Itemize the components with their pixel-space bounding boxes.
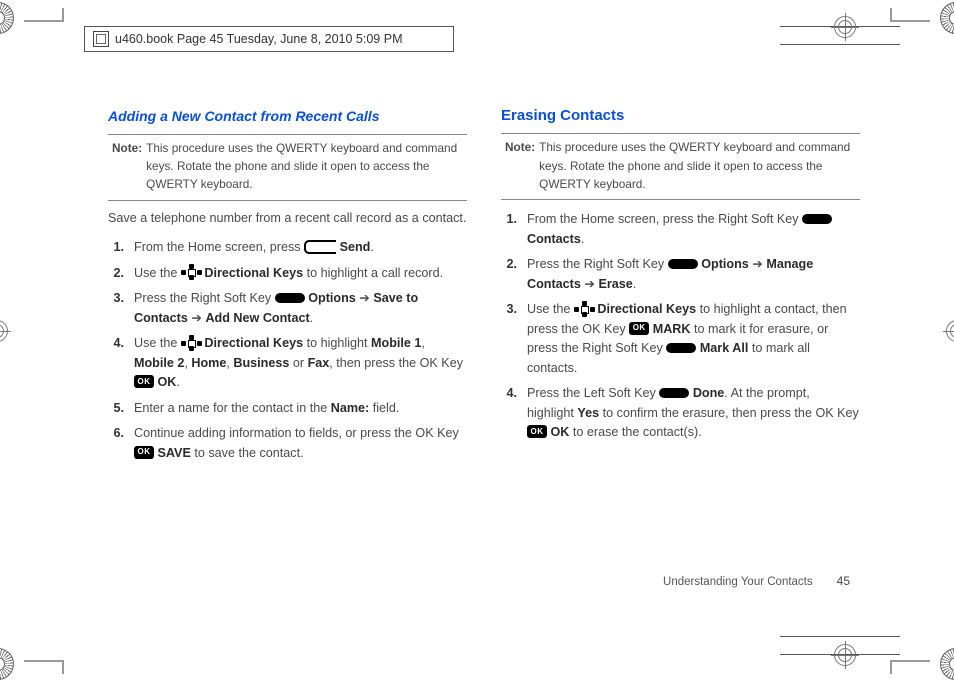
note-text: This procedure uses the QWERTY keyboard … (539, 138, 856, 193)
soft-key-icon (668, 259, 698, 269)
step-5: Enter a name for the contact in the Name… (134, 399, 467, 419)
ok-key-icon: OK (134, 446, 154, 459)
directional-keys-icon (181, 265, 201, 279)
framemaker-strip: u460.book Page 45 Tuesday, June 8, 2010 … (84, 26, 454, 52)
intro-text: Save a telephone number from a recent ca… (108, 209, 467, 229)
note-right: Note: This procedure uses the QWERTY key… (501, 136, 860, 200)
note-label: Note: (505, 138, 535, 193)
ok-key-icon: OK (134, 375, 154, 388)
send-key-icon (304, 240, 336, 254)
footer-section: Understanding Your Contacts (663, 576, 813, 588)
footer-page-number: 45 (837, 574, 850, 588)
note-left: Note: This procedure uses the QWERTY key… (108, 137, 467, 201)
heading-add-contact: Adding a New Contact from Recent Calls (108, 106, 467, 128)
left-print-marks (0, 0, 18, 682)
step-2: Press the Right Soft Key Options ➔ Manag… (527, 255, 860, 294)
note-label: Note: (112, 139, 142, 194)
steps-right: 1. From the Home screen, press the Right… (501, 210, 860, 443)
heading-erasing: Erasing Contacts (501, 104, 860, 127)
register-mark-top-right (864, 16, 886, 38)
steps-left: 1. From the Home screen, press Send. 2. … (108, 238, 467, 463)
page-footer: Understanding Your Contacts 45 (663, 574, 850, 588)
step-3: Press the Right Soft Key Options ➔ Save … (134, 289, 467, 328)
book-icon (93, 31, 109, 47)
framemaker-text: u460.book Page 45 Tuesday, June 8, 2010 … (115, 32, 402, 46)
ok-key-icon: OK (527, 425, 547, 438)
right-print-marks (936, 0, 954, 682)
step-3: Use the Directional Keys to highlight a … (527, 300, 860, 378)
soft-key-icon (666, 343, 696, 353)
step-4: Use the Directional Keys to highlight Mo… (134, 334, 467, 393)
step-4: Press the Left Soft Key Done. At the pro… (527, 384, 860, 443)
page-frame: u460.book Page 45 Tuesday, June 8, 2010 … (24, 8, 930, 674)
soft-key-icon (659, 388, 689, 398)
step-2: Use the Directional Keys to highlight a … (134, 264, 467, 284)
soft-key-icon (275, 293, 305, 303)
directional-keys-icon (181, 336, 201, 350)
left-column: Adding a New Contact from Recent Calls N… (108, 98, 467, 574)
directional-keys-icon (574, 302, 594, 316)
ok-key-icon: OK (629, 322, 649, 335)
note-text: This procedure uses the QWERTY keyboard … (146, 139, 463, 194)
right-column: Erasing Contacts Note: This procedure us… (501, 98, 860, 574)
step-6: Continue adding information to fields, o… (134, 424, 467, 463)
step-1: From the Home screen, press the Right So… (527, 210, 860, 249)
register-mark-bottom-right (864, 644, 886, 666)
step-1: From the Home screen, press Send. (134, 238, 467, 258)
soft-key-icon (802, 214, 832, 224)
